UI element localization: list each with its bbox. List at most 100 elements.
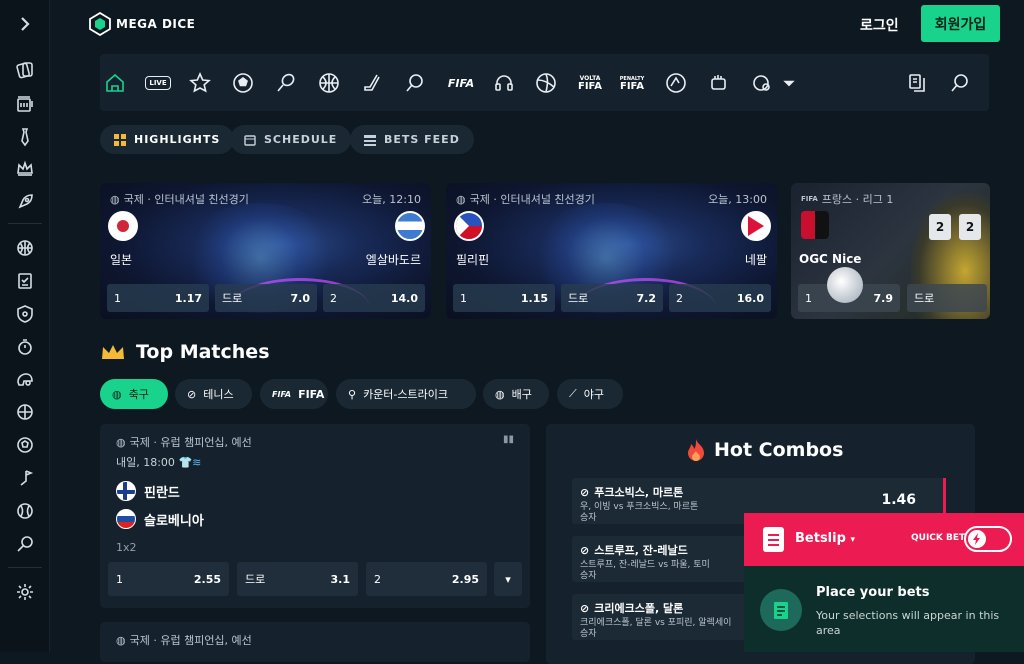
basketball-2-icon[interactable]: [13, 400, 37, 424]
chevron-down-icon: ▾: [850, 535, 855, 545]
slot-machine-icon[interactable]: [13, 92, 37, 116]
odd-home[interactable]: 1 1.17: [107, 284, 209, 312]
nepal-flag-icon: [741, 211, 771, 241]
volleyball-icon[interactable]: [533, 70, 559, 96]
calendar-icon: [244, 134, 256, 146]
counter-strike-icon[interactable]: [402, 70, 428, 96]
jersey-icon: 👕≋: [178, 456, 202, 469]
stats-icon[interactable]: ▮▮: [503, 434, 514, 445]
odd-draw[interactable]: 드로 3.1: [237, 562, 358, 596]
home-team: 핀란드: [144, 485, 180, 501]
casino-chips-icon[interactable]: [13, 58, 37, 82]
highlights-pill[interactable]: HIGHLIGHTS: [100, 125, 235, 154]
tennis-icon[interactable]: [273, 70, 299, 96]
settings-gear-icon[interactable]: [13, 580, 37, 604]
baseball-tab-icon: ⟋: [569, 387, 577, 400]
odd-away[interactable]: 2 14.0: [323, 284, 425, 312]
away-team: 엘살바도르: [365, 253, 421, 267]
top-matches-title: Top Matches: [100, 341, 270, 363]
betslip-list-icon[interactable]: [13, 269, 37, 293]
match-card[interactable]: ◍ 국제 · 유럽 챔피언십, 예선 ▮▮ 내일, 18:00 👕≋ 핀란드 슬로…: [100, 424, 530, 608]
odd-away[interactable]: 2 16.0: [669, 284, 771, 312]
live-icon[interactable]: LIVE: [144, 70, 172, 96]
fifa-icon[interactable]: FIFA: [445, 70, 477, 96]
home-team: 필리핀: [456, 253, 490, 267]
tab-baseball[interactable]: ⟋ 야구: [557, 379, 623, 409]
volleyball-tab-icon: ◍: [495, 387, 505, 401]
soccer-boot-icon[interactable]: [663, 70, 689, 96]
sidebar-divider: [8, 567, 42, 568]
odd-home[interactable]: 1 1.15: [453, 284, 555, 312]
soccer-ball-icon[interactable]: [13, 433, 37, 457]
documents-icon[interactable]: [904, 70, 930, 96]
helmet-icon[interactable]: [13, 368, 37, 392]
empty-betslip-icon: [760, 589, 802, 631]
more-markets-chevron-icon[interactable]: ▾: [494, 562, 522, 596]
tennis-icon: ⊘: [580, 485, 590, 499]
volta-fifa-icon[interactable]: VOLTA FIFA: [574, 70, 606, 96]
match-time: 오늘, 12:10: [362, 193, 421, 206]
feed-icon: [364, 134, 376, 146]
featured-match-card[interactable]: ◍ 국제 · 인터내셔널 친선경기 오늘, 13:00 필리핀 네팔 1 1.15 드…: [446, 183, 777, 319]
expand-chevron-icon[interactable]: [13, 12, 37, 36]
tennis-icon: ⊘: [580, 601, 590, 615]
crown-icon[interactable]: [13, 156, 37, 180]
odd-draw[interactable]: 드로: [907, 284, 987, 312]
match-time: 내일, 18:00: [116, 456, 175, 469]
basketball-nav-icon[interactable]: [316, 70, 342, 96]
tab-soccer[interactable]: ◍ 축구: [100, 379, 168, 409]
headset-icon[interactable]: [491, 70, 517, 96]
tab-fifa[interactable]: FIFA FIFA: [260, 379, 328, 409]
schedule-pill[interactable]: SCHEDULE: [230, 125, 352, 154]
search-sport-icon[interactable]: [13, 532, 37, 556]
top-bar: MEGA DICE 로그인 회원가입: [50, 0, 1024, 50]
login-button[interactable]: 로그인: [860, 15, 899, 35]
more-sports-dropdown[interactable]: [780, 70, 798, 96]
philippines-flag-icon: [454, 211, 484, 241]
match-time: 오늘, 13:00: [708, 193, 767, 206]
quick-bet-toggle[interactable]: [964, 526, 1012, 552]
shield-icon[interactable]: [13, 302, 37, 326]
crown-gold-icon: [102, 345, 124, 359]
japan-flag-icon: [108, 211, 138, 241]
odd-home[interactable]: 1 2.55: [108, 562, 229, 596]
featured-match-card[interactable]: ◍ 국제 · 인터내셔널 친선경기 오늘, 12:10 일본 엘살바도르 1 1.17…: [100, 183, 431, 319]
soccer-icon[interactable]: [230, 70, 256, 96]
basketball-icon[interactable]: [13, 236, 37, 260]
golf-nav-icon[interactable]: [749, 70, 775, 96]
sidebar-divider: [8, 223, 42, 224]
globe-icon: ◍: [116, 633, 126, 647]
logo[interactable]: MEGA DICE: [88, 12, 195, 36]
search-icon[interactable]: [947, 70, 973, 96]
tab-volleyball[interactable]: ◍ 배구: [483, 379, 549, 409]
fist-24-icon[interactable]: [706, 70, 732, 96]
match-card[interactable]: ◍ 국제 · 유럽 챔피언십, 예선: [100, 622, 530, 662]
sports-nav: LIVE FIFA VOLTA FIFA PENALTY FIFA: [100, 54, 989, 111]
rocket-icon[interactable]: [13, 190, 37, 214]
bets-feed-pill[interactable]: BETS FEED: [350, 125, 474, 154]
featured-live-match-card[interactable]: FIFA 프랑스 · 리그 1 2 2 OGC Nice 1 7.9 드로: [791, 183, 990, 319]
home-icon[interactable]: [102, 70, 128, 96]
betslip-header[interactable]: Betslip ▾ QUICK BET: [744, 513, 1024, 566]
star-icon[interactable]: [187, 70, 213, 96]
odd-draw[interactable]: 드로 7.2: [561, 284, 663, 312]
tab-counter-strike[interactable]: ⚲ 카운터-스트라이크: [336, 379, 476, 409]
penalty-fifa-icon[interactable]: PENALTY FIFA: [616, 70, 648, 96]
signup-button[interactable]: 회원가입: [921, 5, 1000, 42]
home-team-row: 핀란드: [116, 481, 180, 501]
baseball-icon[interactable]: [13, 499, 37, 523]
tie-icon[interactable]: [13, 125, 37, 149]
fifa-tab-icon: FIFA: [272, 389, 292, 399]
market-type: 1x2: [116, 541, 137, 554]
odd-away[interactable]: 2 2.95: [366, 562, 487, 596]
hockey-icon[interactable]: [359, 70, 385, 96]
stopwatch-icon[interactable]: [13, 335, 37, 359]
betslip-title: Betslip ▾: [795, 531, 855, 546]
away-team-row: 슬로베니아: [116, 509, 204, 529]
logo-text: MEGA DICE: [116, 17, 196, 31]
betslip-icon: [763, 527, 784, 552]
score-away: 2: [959, 214, 981, 240]
tab-tennis[interactable]: ⊘ 테니스: [175, 379, 252, 409]
golf-icon[interactable]: [13, 466, 37, 490]
odd-draw[interactable]: 드로 7.0: [215, 284, 317, 312]
